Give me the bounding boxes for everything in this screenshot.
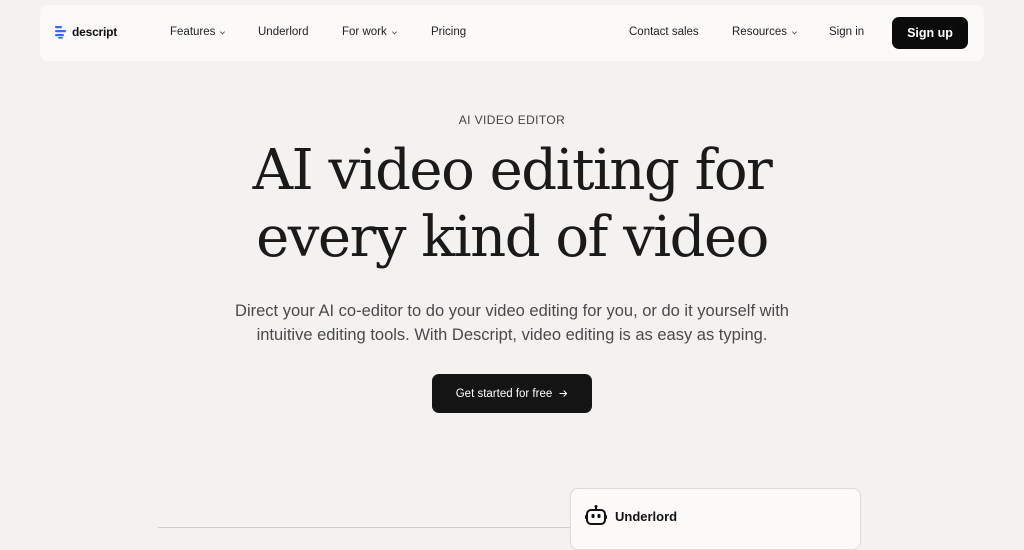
nav-underlord-label: Underlord [258, 26, 309, 38]
nav-sign-in[interactable]: Sign in [829, 26, 864, 38]
top-navbar: descript Features Underlord For work Pri… [40, 5, 984, 61]
nav-contact-sales[interactable]: Contact sales [629, 26, 699, 38]
get-started-button[interactable]: Get started for free [432, 374, 592, 413]
robot-icon [585, 505, 607, 525]
nav-for-work[interactable]: For work [342, 26, 398, 38]
hero-headline: AI video editing for every kind of video [0, 137, 1024, 271]
hero-subtext-line-1: Direct your AI co-editor to do your vide… [235, 302, 789, 320]
descript-logo[interactable]: descript [55, 25, 117, 39]
nav-sign-in-label: Sign in [829, 26, 865, 38]
preview-top-border [158, 527, 570, 528]
underlord-card-header: Underlord [585, 505, 677, 527]
nav-underlord[interactable]: Underlord [258, 26, 309, 38]
nav-pricing[interactable]: Pricing [431, 26, 466, 38]
hero-subtext: Direct your AI co-editor to do your vide… [0, 299, 1024, 347]
underlord-card: Underlord [570, 488, 861, 550]
hero-headline-line-1: AI video editing for [252, 138, 773, 203]
nav-features-label: Features [170, 26, 216, 38]
descript-logo-icon [55, 26, 66, 39]
chevron-down-icon [391, 30, 397, 34]
get-started-label: Get started for free [455, 387, 553, 400]
sign-up-button[interactable]: Sign up [892, 17, 968, 49]
arrow-right-icon [559, 390, 568, 397]
underlord-card-title: Underlord [615, 508, 678, 524]
hero-eyebrow: AI VIDEO EDITOR [458, 113, 566, 127]
hero-subtext-line-2: intuitive editing tools. With Descript, … [256, 326, 768, 344]
nav-for-work-label: For work [342, 26, 387, 38]
chevron-down-icon [791, 30, 797, 34]
nav-features[interactable]: Features [170, 26, 226, 38]
hero-headline-line-2: every kind of video [256, 205, 769, 270]
nav-resources-label: Resources [732, 26, 787, 38]
nav-resources[interactable]: Resources [732, 26, 798, 38]
brand-name: descript [72, 25, 118, 39]
chevron-down-icon [220, 30, 226, 34]
nav-contact-sales-label: Contact sales [629, 26, 699, 38]
nav-pricing-label: Pricing [431, 26, 467, 38]
